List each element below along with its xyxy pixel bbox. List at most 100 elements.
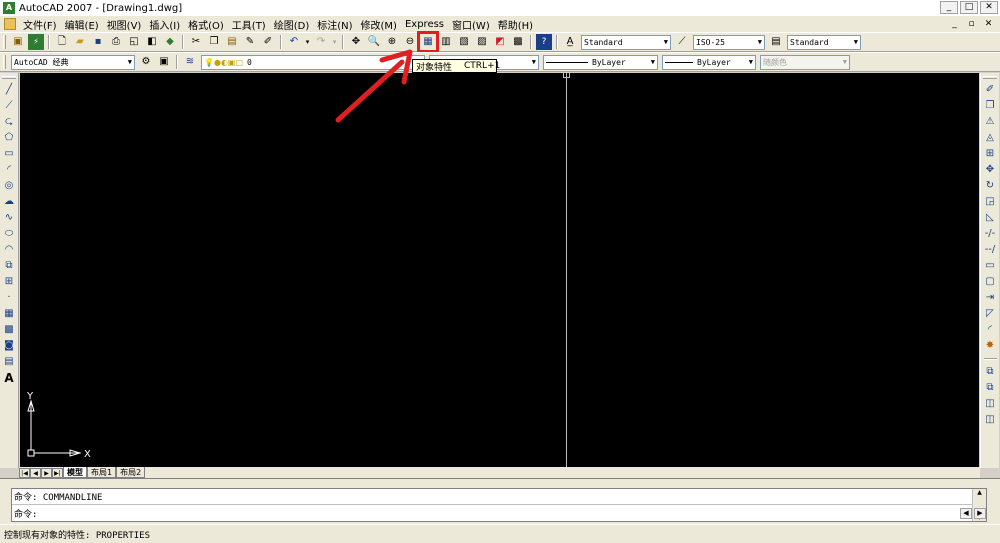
text-style-icon[interactable]: A̲ [562, 34, 578, 50]
scroll-up-icon[interactable]: ▲ [977, 489, 982, 496]
break-icon[interactable]: ▢ [982, 274, 998, 290]
close-button[interactable]: ✕ [980, 1, 998, 14]
tab-layout1[interactable]: 布局1 [87, 467, 117, 478]
menu-insert[interactable]: 插入(I) [145, 17, 184, 32]
menu-express[interactable]: Express [401, 19, 448, 30]
maximize-button[interactable]: □ [960, 1, 978, 14]
point-icon[interactable]: · [1, 290, 17, 306]
match-properties-icon[interactable]: ✎ [242, 34, 258, 50]
help-icon[interactable]: ? [536, 34, 552, 50]
spline-icon[interactable]: ∿ [1, 210, 17, 226]
draw-order-front-icon[interactable]: ⧉ [982, 364, 998, 380]
toolbar-grip[interactable] [3, 55, 6, 69]
tab-layout2[interactable]: 布局2 [116, 467, 146, 478]
ellipse-icon[interactable]: ⬭ [1, 226, 17, 242]
doc-minimize-button[interactable]: _ [947, 17, 962, 30]
document-icon[interactable] [4, 18, 16, 30]
draw-order-back-icon[interactable]: ⧉ [982, 380, 998, 396]
break-at-point-icon[interactable]: ▭ [982, 258, 998, 274]
first-tab-button[interactable]: |◀ [19, 468, 30, 478]
region-icon[interactable]: ◙ [1, 338, 17, 354]
explode-icon[interactable]: ✸ [982, 338, 998, 354]
gradient-icon[interactable]: ▩ [1, 322, 17, 338]
rectangle-icon[interactable]: ▭ [1, 146, 17, 162]
next-tab-button[interactable]: ▶ [41, 468, 52, 478]
save-icon[interactable]: ▪ [90, 34, 106, 50]
paste-icon[interactable]: ▤ [224, 34, 240, 50]
plotstyle-combo[interactable]: 随颜色 ▼ [760, 54, 850, 70]
hatch-icon[interactable]: ▦ [1, 306, 17, 322]
redo-icon[interactable]: ↷ [313, 34, 329, 50]
workspace-settings-icon[interactable]: ⚙ [138, 54, 154, 70]
undo-icon[interactable]: ↶ [286, 34, 302, 50]
3d-dwf-icon[interactable]: ◆ [162, 34, 178, 50]
minimize-button[interactable]: _ [940, 1, 958, 14]
print-icon[interactable]: ⎙ [108, 34, 124, 50]
block-editor-icon[interactable]: ✐ [260, 34, 276, 50]
multiline-text-icon[interactable]: A [1, 370, 17, 386]
copy-object-icon[interactable]: ❐ [982, 98, 998, 114]
text-style-combo[interactable]: Standard ▼ [581, 34, 671, 50]
design-center-icon[interactable]: ▥ [438, 34, 454, 50]
table-style-combo[interactable]: Standard ▼ [787, 34, 861, 50]
table-style-icon[interactable]: ▤ [768, 34, 784, 50]
insert-block-icon[interactable]: ⧉ [1, 258, 17, 274]
publish-icon[interactable]: ◧ [144, 34, 160, 50]
new-file-icon[interactable]: 🗋 [54, 34, 70, 50]
toolbar-grip[interactable] [2, 76, 16, 79]
tab-model[interactable]: 模型 [63, 467, 87, 478]
menu-file[interactable]: 文件(F) [19, 17, 61, 32]
my-workspace-icon[interactable]: ▣ [156, 54, 172, 70]
send-under-icon[interactable]: ◫ [982, 412, 998, 428]
toolbar-grip[interactable] [983, 76, 997, 79]
table-icon[interactable]: ▤ [1, 354, 17, 370]
fillet-icon[interactable]: ◜ [982, 322, 998, 338]
rotate-icon[interactable]: ↻ [982, 178, 998, 194]
dim-style-icon[interactable]: ⟋ [674, 34, 690, 50]
polygon-icon[interactable]: ⬠ [1, 130, 17, 146]
express-tools-icon[interactable]: ⚡ [28, 34, 44, 50]
doc-restore-button[interactable]: ▫ [964, 17, 979, 30]
cut-icon[interactable]: ✂ [188, 34, 204, 50]
last-tab-button[interactable]: ▶| [52, 468, 63, 478]
menu-window[interactable]: 窗口(W) [448, 17, 494, 32]
offset-icon[interactable]: ◬ [982, 130, 998, 146]
markup-set-manager-icon[interactable]: ◩ [492, 34, 508, 50]
circle-icon[interactable]: ◎ [1, 178, 17, 194]
erase-icon[interactable]: ✐ [982, 82, 998, 98]
menu-dimension[interactable]: 标注(N) [313, 17, 356, 32]
polyline-icon[interactable]: ⮎ [1, 114, 17, 130]
join-icon[interactable]: ⇥ [982, 290, 998, 306]
workspace-combo[interactable]: AutoCAD 经典 ▼ [11, 54, 135, 70]
scroll-right-icon[interactable]: ▶ [974, 507, 986, 519]
copy-icon[interactable]: ❐ [206, 34, 222, 50]
line-icon[interactable]: ╱ [1, 82, 17, 98]
trim-icon[interactable]: -/- [982, 226, 998, 242]
scroll-left-icon[interactable]: ◀ [960, 507, 972, 519]
ellipse-arc-icon[interactable]: ◠ [1, 242, 17, 258]
menu-draw[interactable]: 绘图(D) [270, 17, 314, 32]
scale-icon[interactable]: ◲ [982, 194, 998, 210]
command-input[interactable]: 命令: [12, 505, 986, 521]
undo-dropdown-icon[interactable]: ▾ [304, 34, 311, 50]
sheet-set-icon[interactable]: ▣ [10, 34, 26, 50]
bring-above-icon[interactable]: ◫ [982, 396, 998, 412]
dim-style-combo[interactable]: ISO-25 ▼ [693, 34, 765, 50]
mirror-icon[interactable]: ⚠ [982, 114, 998, 130]
layer-manager-icon[interactable]: ≋ [182, 54, 198, 70]
array-icon[interactable]: ⊞ [982, 146, 998, 162]
toolbar-grip[interactable] [3, 35, 6, 49]
sheet-set-manager-icon[interactable]: ▨ [474, 34, 490, 50]
plot-preview-icon[interactable]: ◱ [126, 34, 142, 50]
open-file-icon[interactable]: ▰ [72, 34, 88, 50]
menu-format[interactable]: 格式(O) [184, 17, 228, 32]
linetype-combo[interactable]: ByLayer ▼ [543, 54, 658, 70]
menu-modify[interactable]: 修改(M) [357, 17, 401, 32]
move-icon[interactable]: ✥ [982, 162, 998, 178]
drawing-area[interactable]: Y X [20, 73, 979, 467]
chamfer-icon[interactable]: ◸ [982, 306, 998, 322]
menu-edit[interactable]: 编辑(E) [61, 17, 103, 32]
menu-tools[interactable]: 工具(T) [228, 17, 270, 32]
menu-help[interactable]: 帮助(H) [494, 17, 537, 32]
make-block-icon[interactable]: ⊞ [1, 274, 17, 290]
